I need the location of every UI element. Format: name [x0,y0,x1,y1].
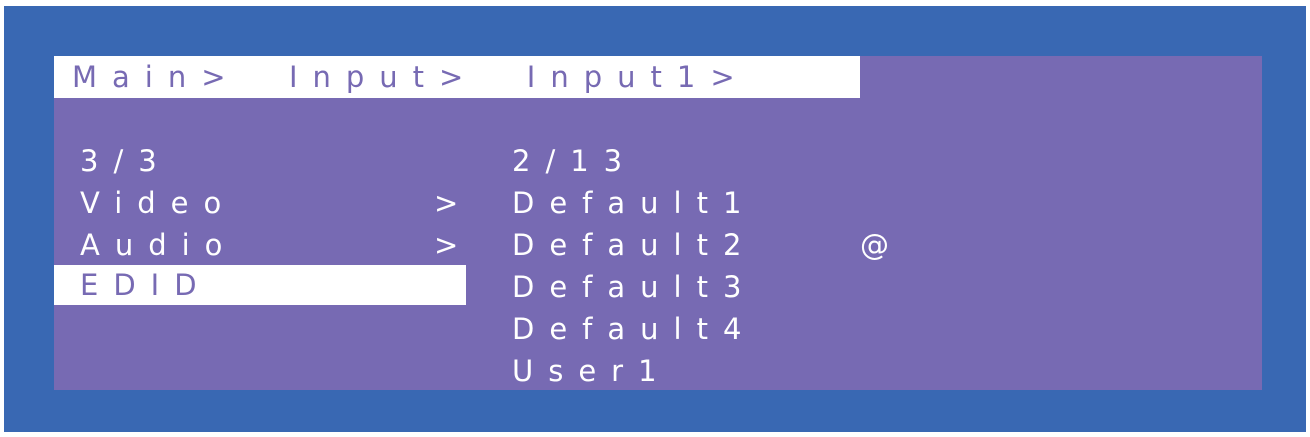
osd-frame: Main> Input> Input1> 3/3 Video > Audio >… [0,0,1310,437]
edid-option-default3[interactable]: Default3 [512,268,756,306]
edid-option-default2[interactable]: Default2 [512,226,756,264]
edid-option-default4[interactable]: Default4 [512,310,756,348]
menu-item-audio[interactable]: Audio [80,226,237,264]
edid-option-user1[interactable]: User1 [512,352,672,390]
breadcrumb: Main> Input> Input1> [54,56,860,98]
menu-item-edid-label: EDID [80,268,212,302]
submenu-arrow-icon: > [434,268,474,302]
breadcrumb-text: Main> Input> Input1> [72,60,750,94]
left-page-counter: 3/3 [80,144,172,178]
right-page-counter: 2/13 [512,144,638,178]
submenu-arrow-icon: > [434,186,474,220]
active-marker-icon: @ [860,228,904,262]
edid-option-default1[interactable]: Default1 [512,184,756,222]
osd-screen: Main> Input> Input1> 3/3 Video > Audio >… [54,56,1262,390]
menu-item-video[interactable]: Video [80,184,236,222]
menu-item-edid[interactable]: EDID [54,265,466,305]
submenu-arrow-icon: > [434,228,474,262]
